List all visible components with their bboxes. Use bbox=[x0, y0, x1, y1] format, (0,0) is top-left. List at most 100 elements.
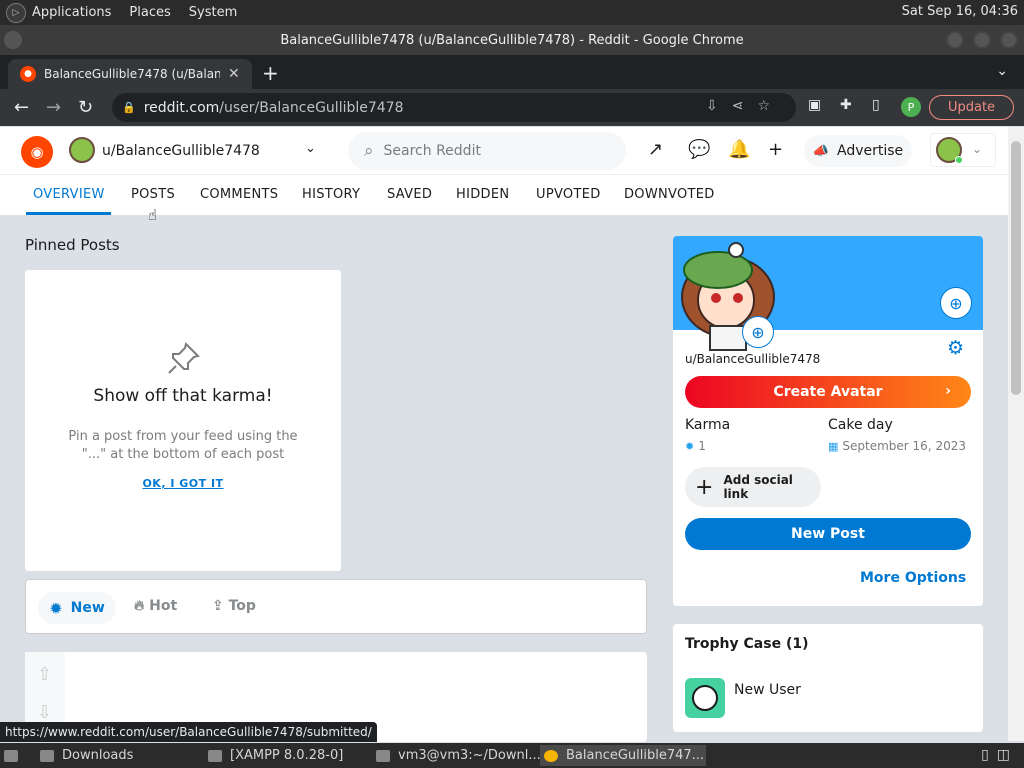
megaphone-icon: 📣 bbox=[812, 143, 829, 159]
cake-day-text: September 16, 2023 bbox=[842, 439, 966, 453]
bell-icon[interactable]: 🔔 bbox=[728, 139, 750, 160]
reddit-logo-icon[interactable]: ◉ bbox=[21, 136, 53, 168]
ok-got-it-label: OK, I GOT IT bbox=[142, 477, 224, 490]
reader-mode-icon[interactable]: ▣ bbox=[808, 97, 821, 113]
tab-comments[interactable]: COMMENTS bbox=[200, 187, 278, 202]
tray-icons[interactable]: ▯◫ bbox=[981, 747, 1018, 763]
community-name[interactable]: u/BalanceGullible7478 bbox=[102, 143, 260, 159]
url-host: reddit.com bbox=[143, 99, 220, 116]
add-social-link-label: Add social link bbox=[723, 473, 793, 501]
gear-icon[interactable]: ⚙ bbox=[947, 337, 964, 359]
os-clock[interactable]: Sat Sep 16, 04:36 bbox=[902, 4, 1018, 19]
window-titlebar: BalanceGullible7478 (u/BalanceGullible74… bbox=[0, 25, 1024, 55]
downvote-icon[interactable]: ⇩ bbox=[37, 702, 52, 723]
os-menu-places[interactable]: Places bbox=[129, 5, 170, 20]
sort-hot-button[interactable]: 🔥︎ Hot bbox=[134, 598, 177, 614]
tab-saved[interactable]: SAVED bbox=[387, 187, 432, 202]
forward-arrow-icon[interactable]: → bbox=[46, 97, 61, 118]
tab-overview[interactable]: OVERVIEW bbox=[33, 187, 105, 202]
taskbar-item-downloads[interactable]: Downloads bbox=[40, 745, 133, 766]
url-path: /user/BalanceGullible7478 bbox=[219, 99, 404, 116]
page-scrollbar[interactable] bbox=[1008, 127, 1024, 741]
os-menu-system[interactable]: System bbox=[189, 5, 237, 20]
os-logo-icon[interactable]: ▷ bbox=[6, 2, 26, 23]
cake-icon: ▦ bbox=[828, 440, 839, 453]
tab-search-chevron-icon[interactable]: ⌄ bbox=[996, 63, 1008, 79]
sort-top-label: Top bbox=[228, 598, 256, 614]
create-avatar-button[interactable]: Create Avatar › bbox=[685, 376, 971, 408]
address-bar-action-icons[interactable]: ⇩⋖☆ bbox=[706, 98, 784, 114]
folder-icon bbox=[40, 749, 54, 762]
add-social-link-button[interactable]: + Add social link bbox=[685, 467, 821, 507]
address-bar[interactable]: 🔒 reddit.com/user/BalanceGullible7478 ⇩⋖… bbox=[112, 93, 796, 122]
hot-sort-icon: 🔥︎ bbox=[134, 598, 145, 614]
tab-strip: ● BalanceGullible7478 (u/BalanceGullible… bbox=[0, 55, 1024, 89]
os-taskbar: Downloads [XAMPP 8.0.28-0] vm3@vm3:~/Dow… bbox=[0, 743, 1024, 768]
search-placeholder: Search Reddit bbox=[383, 143, 481, 159]
close-tab-icon[interactable]: ✕ bbox=[228, 66, 240, 82]
window-title: BalanceGullible7478 (u/BalanceGullible74… bbox=[280, 32, 744, 48]
tab-history[interactable]: HISTORY bbox=[302, 187, 360, 202]
trophy-case-title: Trophy Case (1) bbox=[685, 636, 809, 652]
new-tab-button[interactable]: + bbox=[262, 61, 279, 85]
sort-new-button[interactable]: ✹ New bbox=[38, 592, 116, 624]
back-arrow-icon[interactable]: ← bbox=[14, 97, 29, 118]
avatar-add-image-icon[interactable]: ⊕ bbox=[742, 316, 774, 348]
chrome-profile-avatar[interactable]: P bbox=[901, 97, 921, 117]
plus-icon[interactable]: + bbox=[768, 139, 783, 160]
lock-icon[interactable]: 🔒 bbox=[122, 101, 136, 114]
karma-label: Karma bbox=[685, 417, 731, 433]
popular-icon[interactable]: ↗ bbox=[648, 139, 663, 160]
reload-icon[interactable]: ↻ bbox=[78, 97, 93, 118]
upvote-icon[interactable]: ⇧ bbox=[37, 664, 52, 685]
profile-username: u/BalanceGullible7478 bbox=[685, 352, 821, 366]
pinned-empty-heading: Show off that karma! bbox=[93, 386, 273, 406]
new-sort-icon: ✹ bbox=[49, 598, 63, 618]
scrollbar-thumb[interactable] bbox=[1011, 141, 1021, 395]
mouse-cursor-icon: ☝ bbox=[148, 206, 158, 224]
cake-day-value: ▦ September 16, 2023 bbox=[828, 439, 966, 453]
update-button[interactable]: Update bbox=[929, 95, 1014, 120]
os-top-panel: ▷ Applications Places System Sat Sep 16,… bbox=[0, 0, 1024, 25]
user-menu-button[interactable]: ⌄ bbox=[930, 133, 996, 167]
os-menu-applications[interactable]: Applications bbox=[32, 5, 111, 20]
plus-icon: + bbox=[695, 474, 714, 500]
cake-day-label: Cake day bbox=[828, 417, 893, 433]
new-user-trophy-icon bbox=[685, 678, 725, 718]
user-avatar-small bbox=[69, 137, 95, 163]
toolbar: ← → ↻ 🔒 reddit.com/user/BalanceGullible7… bbox=[0, 89, 1024, 126]
extensions-icon[interactable]: ✚ bbox=[840, 97, 852, 113]
advertise-label: Advertise bbox=[837, 143, 904, 159]
taskbar-item-terminal[interactable]: vm3@vm3:~/Downl... bbox=[376, 745, 541, 766]
active-tab-underline bbox=[26, 212, 111, 215]
maximize-button[interactable] bbox=[973, 31, 991, 49]
create-avatar-label: Create Avatar bbox=[773, 384, 883, 400]
sort-top-button[interactable]: ⇪ Top bbox=[212, 598, 256, 614]
chevron-down-icon[interactable]: ⌄ bbox=[305, 141, 316, 156]
tab-posts[interactable]: POSTS bbox=[131, 187, 175, 202]
banner-add-image-icon[interactable]: ⊕ bbox=[940, 287, 972, 319]
tab-hidden[interactable]: HIDDEN bbox=[456, 187, 509, 202]
ok-got-it-link[interactable]: OK, I GOT IT bbox=[25, 477, 341, 490]
show-desktop-icon[interactable] bbox=[4, 745, 26, 766]
trophy-name: New User bbox=[734, 682, 801, 698]
advertise-button[interactable]: 📣 Advertise bbox=[804, 135, 912, 167]
karma-icon: ✹ bbox=[685, 440, 695, 453]
tab-upvoted[interactable]: UPVOTED bbox=[536, 187, 601, 202]
browser-tab-reddit[interactable]: ● BalanceGullible7478 (u/BalanceGullible… bbox=[8, 59, 252, 89]
tab-downvoted[interactable]: DOWNVOTED bbox=[624, 187, 715, 202]
reddit-favicon-icon: ● bbox=[20, 66, 36, 82]
new-post-button[interactable]: New Post bbox=[685, 518, 971, 550]
side-panel-icon[interactable]: ▯ bbox=[872, 97, 880, 113]
more-options-button[interactable]: More Options bbox=[860, 570, 966, 586]
taskbar-label-terminal: vm3@vm3:~/Downl... bbox=[398, 748, 541, 763]
taskbar-item-chrome[interactable]: BalanceGullible747... bbox=[540, 745, 706, 766]
window-menu-button[interactable] bbox=[4, 31, 22, 49]
close-window-button[interactable] bbox=[1000, 31, 1018, 49]
taskbar-item-xampp[interactable]: [XAMPP 8.0.28-0] bbox=[208, 745, 343, 766]
taskbar-label-downloads: Downloads bbox=[62, 748, 134, 763]
minimize-button[interactable] bbox=[946, 31, 964, 49]
taskbar-label-chrome: BalanceGullible747... bbox=[566, 748, 705, 763]
search-input[interactable]: ⌕ Search Reddit bbox=[348, 132, 626, 170]
chat-icon[interactable]: 💬 bbox=[688, 139, 710, 160]
